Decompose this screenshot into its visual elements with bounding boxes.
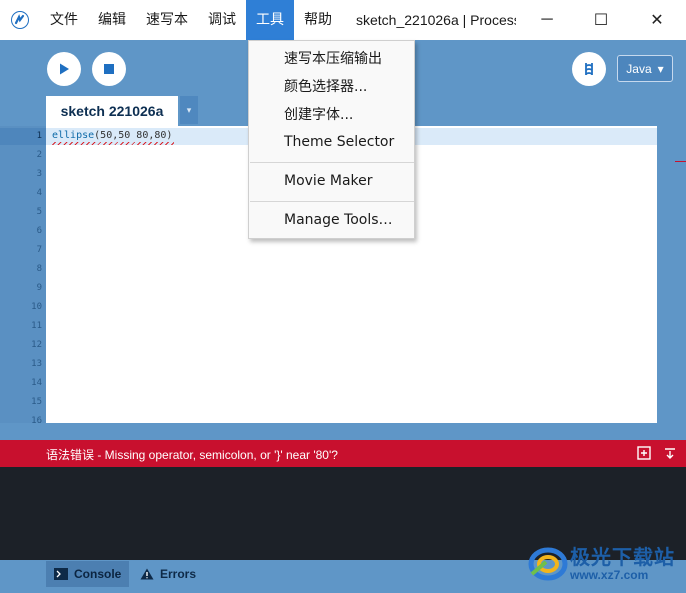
console-tab[interactable]: Console: [46, 561, 130, 587]
error-message: 语法错误 - Missing operator, semicolon, or '…: [46, 448, 338, 462]
mode-selector[interactable]: Java ▾: [617, 55, 673, 82]
line-number: 3: [36, 169, 42, 179]
line-number: 7: [36, 245, 42, 255]
line-number: 13: [31, 359, 42, 369]
menu-item-create-font[interactable]: 创建字体...: [249, 102, 414, 128]
line-number: 11: [31, 321, 42, 331]
title-bar: 文件 编辑 速写本 调试 工具 帮助 sketch_221026a | Proc…: [0, 0, 686, 40]
editor-scrollbar[interactable]: [657, 126, 673, 423]
error-underline: [52, 142, 174, 145]
line-number: 16: [31, 416, 42, 426]
run-button[interactable]: [47, 52, 81, 86]
minimize-button[interactable]: ─: [520, 0, 574, 40]
stop-icon: [104, 64, 114, 74]
error-marker[interactable]: [675, 161, 686, 162]
menu-sketch[interactable]: 速写本: [136, 0, 198, 40]
menu-file[interactable]: 文件: [40, 0, 88, 40]
errors-tab-label: Errors: [160, 567, 197, 581]
warning-icon: [140, 568, 154, 580]
maximize-button[interactable]: ☐: [574, 0, 628, 40]
errors-tab[interactable]: Errors: [132, 561, 204, 587]
play-icon: [60, 63, 69, 75]
line-number-gutter: 1 2 3 4 5 6 7 8 9 10 11 12 13 14 15 16: [0, 126, 46, 426]
menu-item-color-selector[interactable]: 颜色选择器...: [249, 74, 414, 100]
watermark-url: www.xz7.com: [570, 568, 649, 582]
tab-sketch[interactable]: sketch 221026a: [46, 96, 178, 126]
menu-edit[interactable]: 编辑: [88, 0, 136, 40]
mode-label: Java: [626, 61, 652, 76]
console-tab-label: Console: [74, 567, 122, 581]
line-number: 5: [36, 207, 42, 217]
watermark-name: 极光下载站: [570, 545, 675, 569]
debug-icon: [585, 63, 593, 75]
tools-menu-dropdown: 速写本压缩输出 颜色选择器... 创建字体... Theme Selector …: [248, 40, 415, 239]
menu-separator: [250, 201, 414, 202]
line-number: 12: [31, 340, 42, 350]
line-number: 2: [36, 150, 42, 160]
line-number: 10: [31, 302, 42, 312]
debug-button[interactable]: [572, 52, 606, 86]
menu-help[interactable]: 帮助: [294, 0, 342, 40]
line-number: 1: [36, 131, 42, 141]
window-title: sketch_221026a | Processing: [356, 12, 516, 28]
menu-debug[interactable]: 调试: [198, 0, 246, 40]
menu-item-movie-maker[interactable]: Movie Maker: [249, 168, 414, 194]
line-number: 6: [36, 226, 42, 236]
line-number: 9: [36, 283, 42, 293]
line-number: 15: [31, 397, 42, 407]
menu-item-manage-tools[interactable]: Manage Tools…: [249, 207, 414, 233]
copy-message-icon[interactable]: [636, 445, 652, 461]
menu-tools[interactable]: 工具: [246, 0, 294, 40]
aurora-logo-icon: [528, 547, 568, 581]
watermark: 极光下载站 www.xz7.com: [526, 538, 684, 588]
code-arguments: (50,50 80,80): [94, 130, 173, 141]
line-number: 4: [36, 188, 42, 198]
tab-menu-button[interactable]: ▾: [180, 96, 198, 124]
code-function: ellipse: [52, 130, 95, 141]
menu-separator: [250, 162, 414, 163]
menu-item-export-archive[interactable]: 速写本压缩输出: [249, 46, 414, 72]
error-status-bar: 语法错误 - Missing operator, semicolon, or '…: [0, 440, 686, 467]
chevron-down-icon: ▾: [657, 61, 664, 76]
code-line-1[interactable]: ellipse(50,50 80,80): [52, 130, 172, 141]
collapse-console-icon[interactable]: [662, 445, 678, 461]
console-icon: [54, 568, 68, 580]
processing-logo-icon: [0, 0, 40, 40]
line-number: 14: [31, 378, 42, 388]
menu-item-theme-selector[interactable]: Theme Selector: [249, 129, 414, 155]
stop-button[interactable]: [92, 52, 126, 86]
line-number: 8: [36, 264, 42, 274]
close-button[interactable]: ✕: [630, 0, 684, 40]
